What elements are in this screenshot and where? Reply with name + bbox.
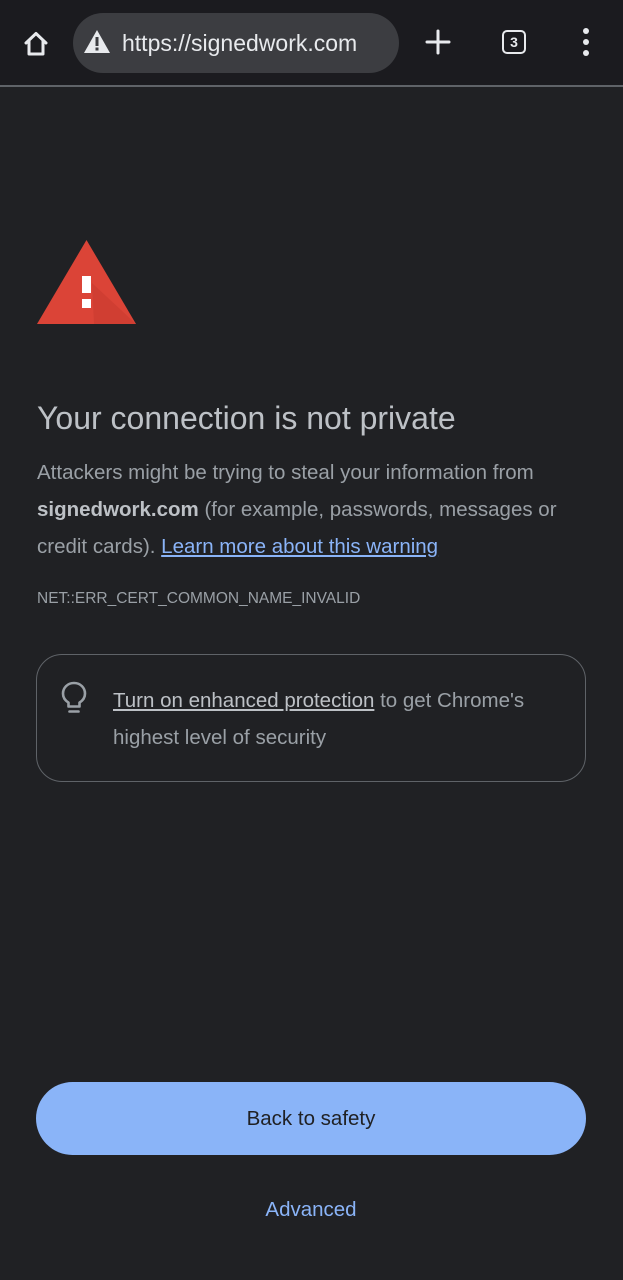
menu-button[interactable] xyxy=(564,20,608,64)
lightbulb-icon xyxy=(61,681,87,713)
tab-count: 3 xyxy=(502,30,526,54)
plus-icon xyxy=(425,29,451,55)
error-code: NET::ERR_CERT_COMMON_NAME_INVALID xyxy=(37,590,361,607)
enhanced-protection-link[interactable]: Turn on enhanced protection xyxy=(113,689,374,712)
explanation-text: Attackers might be trying to steal your … xyxy=(37,461,534,484)
address-bar[interactable]: https://signedwork.com xyxy=(73,13,399,73)
enhanced-protection-card: Turn on enhanced protection to get Chrom… xyxy=(36,654,586,782)
warning-explanation: Attackers might be trying to steal your … xyxy=(37,454,593,565)
domain-name: signedwork.com xyxy=(37,498,199,521)
new-tab-button[interactable] xyxy=(416,20,460,64)
tab-switcher-button[interactable]: 3 xyxy=(492,20,536,64)
back-to-safety-button[interactable]: Back to safety xyxy=(36,1082,586,1155)
advanced-button[interactable]: Advanced xyxy=(211,1190,411,1230)
more-vert-icon xyxy=(583,28,589,56)
browser-toolbar: https://signedwork.com 3 xyxy=(0,0,623,85)
learn-more-link[interactable]: Learn more about this warning xyxy=(161,535,438,558)
red-warning-triangle-icon xyxy=(37,240,136,324)
toolbar-divider xyxy=(0,85,623,87)
home-icon xyxy=(24,32,48,56)
enhanced-protection-text: Turn on enhanced protection to get Chrom… xyxy=(113,682,573,756)
not-secure-warning-icon[interactable] xyxy=(82,27,112,57)
page-title: Your connection is not private xyxy=(37,400,456,436)
url-text[interactable]: https://signedwork.com xyxy=(122,13,357,73)
home-button[interactable] xyxy=(14,22,58,66)
